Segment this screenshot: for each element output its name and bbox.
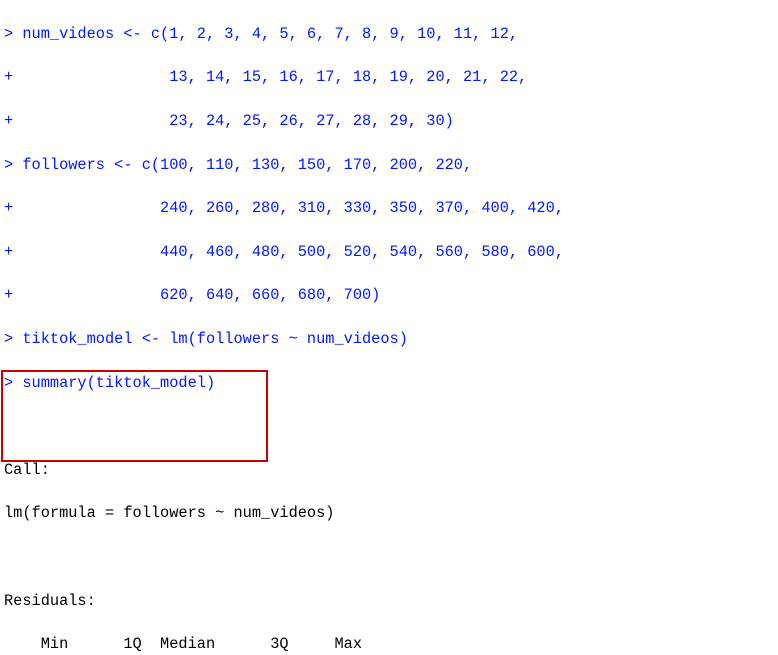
code-line-4: > followers <- c(100, 110, 130, 150, 170… xyxy=(4,156,472,174)
output-call-label: Call: xyxy=(4,461,50,479)
code-line-9: > summary(tiktok_model) xyxy=(4,374,215,392)
code-line-3: + 23, 24, 25, 26, 27, 28, 29, 30) xyxy=(4,112,454,130)
code-line-8: > tiktok_model <- lm(followers ~ num_vid… xyxy=(4,330,408,348)
code-line-7: + 620, 640, 660, 680, 700) xyxy=(4,286,380,304)
code-line-5: + 240, 260, 280, 310, 330, 350, 370, 400… xyxy=(4,199,564,217)
code-line-6: + 440, 460, 480, 500, 520, 540, 560, 580… xyxy=(4,243,564,261)
code-line-1: > num_videos <- c(1, 2, 3, 4, 5, 6, 7, 8… xyxy=(4,25,518,43)
code-line-2: + 13, 14, 15, 16, 17, 18, 19, 20, 21, 22… xyxy=(4,68,527,86)
output-residuals-label: Residuals: xyxy=(4,592,96,610)
output-call-formula: lm(formula = followers ~ num_videos) xyxy=(4,504,334,522)
r-console-output: > num_videos <- c(1, 2, 3, 4, 5, 6, 7, 8… xyxy=(0,0,778,655)
output-residuals-header: Min 1Q Median 3Q Max xyxy=(4,635,371,653)
